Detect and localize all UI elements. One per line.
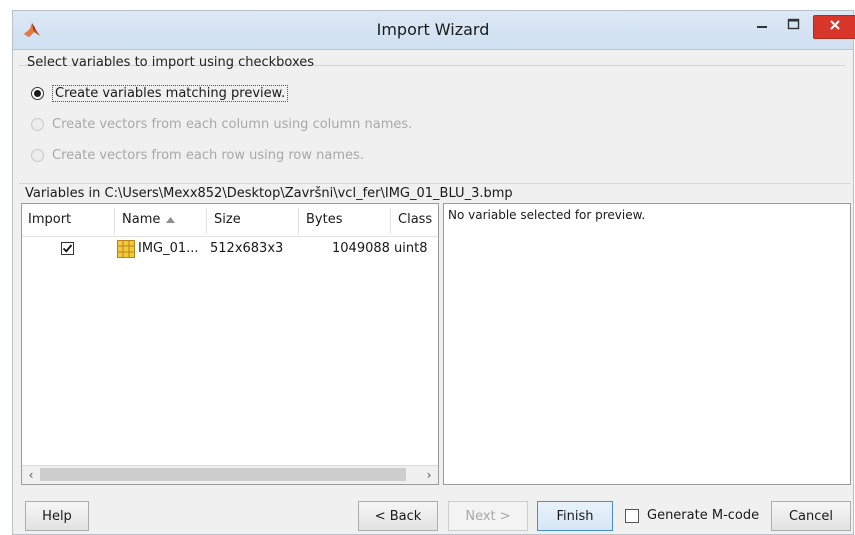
column-header-bytes[interactable]: Bytes <box>306 212 342 227</box>
scroll-left-icon[interactable]: ‹ <box>23 467 39 483</box>
import-checkbox[interactable] <box>61 242 74 255</box>
column-header-size[interactable]: Size <box>214 212 241 227</box>
close-button[interactable] <box>813 15 855 39</box>
maximize-button[interactable] <box>781 15 805 37</box>
generate-mcode-checkbox[interactable] <box>625 508 639 523</box>
radio-create-matching[interactable]: Create variables matching preview. <box>31 85 289 102</box>
close-icon <box>829 19 841 35</box>
matrix-variable-icon <box>117 240 135 262</box>
import-wizard-window: Import Wizard Select variables to import… <box>12 10 855 535</box>
variables-path: Variables in C:\Users\Mexx852\Desktop\Za… <box>25 186 513 201</box>
table-row[interactable]: IMG_01... 512x683x3 1049088 uint8 <box>22 238 438 260</box>
radio-label-matching: Create variables matching preview. <box>52 85 289 102</box>
preview-panel: No variable selected for preview. <box>443 203 851 485</box>
variable-bytes: 1049088 <box>332 241 390 256</box>
table-header: Import Name Size Bytes Class <box>22 204 438 237</box>
generate-mcode-option[interactable]: Generate M-code <box>625 508 759 523</box>
radio-create-rows: Create vectors from each row using row n… <box>31 148 364 163</box>
back-button[interactable]: < Back <box>358 501 438 531</box>
maximize-icon <box>787 18 800 34</box>
variable-size: 512x683x3 <box>210 241 284 256</box>
scrollbar-thumb[interactable] <box>40 468 406 481</box>
radio-button-disabled <box>31 149 44 162</box>
generate-mcode-label: Generate M-code <box>647 508 760 523</box>
column-header-name-label: Name <box>122 212 161 227</box>
title-bar[interactable]: Import Wizard <box>13 11 855 50</box>
finish-button[interactable]: Finish <box>537 501 613 531</box>
radio-label-rows: Create vectors from each row using row n… <box>52 148 364 163</box>
variable-class: uint8 <box>394 241 428 256</box>
column-header-name[interactable]: Name <box>122 212 176 227</box>
column-header-class[interactable]: Class <box>398 212 432 227</box>
variables-path-bar: Variables in C:\Users\Mexx852\Desktop\Za… <box>19 183 851 204</box>
radio-button-disabled <box>31 118 44 131</box>
group-label: Select variables to import using checkbo… <box>27 55 315 70</box>
minimize-icon <box>756 18 768 34</box>
variables-table[interactable]: Import Name Size Bytes Class IMG_01... 5… <box>21 203 439 485</box>
radio-create-columns: Create vectors from each column using co… <box>31 117 412 132</box>
minimize-button[interactable] <box>751 15 773 37</box>
radio-label-columns: Create vectors from each column using co… <box>52 117 413 132</box>
variable-name: IMG_01... <box>138 241 199 256</box>
window-title: Import Wizard <box>376 20 490 39</box>
cancel-button[interactable]: Cancel <box>771 501 851 531</box>
scroll-right-icon[interactable]: › <box>421 467 437 483</box>
column-header-import[interactable]: Import <box>28 212 71 227</box>
radio-button-selected[interactable] <box>31 87 44 100</box>
preview-message: No variable selected for preview. <box>448 208 646 222</box>
next-button[interactable]: Next > <box>448 501 528 531</box>
sort-ascending-icon <box>166 212 176 227</box>
help-button[interactable]: Help <box>25 501 89 531</box>
horizontal-scrollbar[interactable]: ‹ › <box>22 465 438 484</box>
checkbox-checked[interactable] <box>61 242 74 255</box>
